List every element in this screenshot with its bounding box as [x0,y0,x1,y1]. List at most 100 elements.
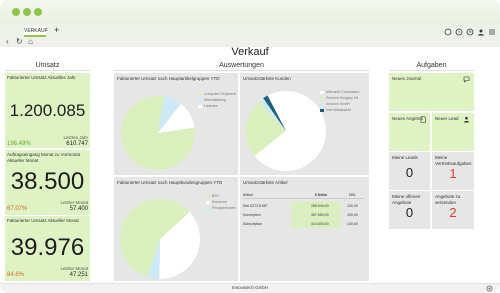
kpi-percentage: 84.6% [7,272,25,278]
document-icon [420,116,426,125]
section-title-aufgaben: Aufgaben [416,62,447,69]
legend-swatch [206,201,210,204]
kpi-value: 1.200.085 [9,101,86,120]
company-name: Innovatech GmbH [231,285,269,290]
window-minimize-button[interactable] [23,8,31,16]
kpi-label: Auftragseingang Monat zu Vormonat Aktuel… [7,152,81,163]
kpi-percentage: 196.49% [7,141,31,147]
tile-neues-angebot[interactable]: Neues Angebot [389,113,430,151]
tile-count: 0 [405,165,414,180]
tile-label: Meine Vertriebsaufgaben [435,155,472,166]
kpi-previous-value: 57.400 [69,206,88,212]
table-cell: Dell S2721HGF [243,204,268,208]
kpi-tile-auftragseingang[interactable]: Auftragseingang Monat zu Vormonat Aktuel… [5,150,90,215]
legend-swatch [320,103,324,106]
table-title: Umsatzstärkste Artikel [243,180,288,185]
legend-swatch [320,97,324,100]
chart-panel-kunden[interactable]: Umsatzstärkste Kunden Microsoft Corporat… [240,73,369,175]
kpi-tile-umsatz-monat[interactable]: Fakturierter Umsatz Aktueller Monat 39.9… [5,216,90,281]
legend-label: Konzerne [212,200,227,204]
legend-swatch [198,105,202,108]
table-panel-artikel[interactable]: Umsatzstärkste Artikel Artikel € Netto D… [240,177,369,281]
reload-icon[interactable]: ↻ [16,38,23,46]
help-icon[interactable]: ? [455,28,463,36]
tab-verkauf[interactable]: VERKAUF [24,26,48,37]
gear-icon[interactable] [486,285,493,293]
section-title-auswertungen: Auswertungen [219,62,264,69]
title-bar [0,0,500,24]
table-cell: 367.550,00 [311,213,329,217]
tile-label: Neuer Lead [435,116,459,121]
tile-count: 2 [449,205,457,220]
kpi-label: Fakturierter Umsatz Aktuelles Jahr [7,75,76,80]
table-cell: Subscription [243,222,263,226]
legend-label: B2G [212,194,220,198]
table-header-cell: € Netto [315,193,327,197]
tile-meine-vertriebsaufgaben[interactable]: Meine Vertriebsaufgaben 1 [432,152,474,190]
table-cell: 100,00 [347,204,358,208]
legend-label: Dienstleistung [204,98,226,102]
chat-bubble-icon [463,76,470,85]
user-icon[interactable] [477,28,485,36]
menu-icon[interactable] [488,28,496,36]
kpi-previous-label: Letzter Monat [60,266,88,271]
legend-label: Amazon GmbH [326,102,350,106]
add-tab-button[interactable]: + [54,26,59,35]
person-icon [463,116,470,125]
page-title: Verkauf [231,46,269,58]
table-cell: 414.600,00 [311,222,329,226]
chart-panel-artikelgruppen[interactable]: Fakturierter Umsatz nach Hauptartikelgru… [114,73,238,175]
tile-label: Angebote zu versenden [435,194,461,205]
chat-icon[interactable] [444,28,452,36]
legend-label: Privatpersonen [212,206,236,210]
legend-label: Computer Peripherie [204,92,237,96]
table-row[interactable]: Dell S2721HGF 265.549,00 100,00 [243,201,364,210]
kpi-label: Fakturierter Umsatz Aktueller Monat [7,218,79,223]
table-cell: Konzeption [243,213,261,217]
legend-swatch [320,109,324,112]
table-header-cell: DB1 [349,193,356,197]
pie-chart-artikelgruppen [121,96,195,170]
kpi-value: 38.500 [10,168,85,195]
legend-swatch [320,91,324,94]
table-header-cell: Artikel [243,193,253,197]
section-divider [389,70,474,71]
table-row[interactable]: Konzeption 367.550,00 100,00 [243,210,364,219]
home-icon[interactable]: ⌂ [28,38,33,46]
kpi-previous-label: Letzter Monat [60,200,88,205]
back-icon[interactable]: ‹ [6,38,9,46]
chart-panel-kundengruppen[interactable]: Fakturierter Umsatz nach Hauptkundengrup… [114,177,238,281]
legend-swatch [206,195,210,198]
tile-label: Neues Journal [392,76,422,81]
legend-label: Lizenzen [204,104,219,108]
tile-label: Neues Angebot [392,116,423,121]
tile-count: 1 [449,166,457,181]
kpi-percentage: 67.07% [7,206,28,212]
tile-neues-journal[interactable]: Neues Journal [389,73,474,111]
pie-chart-kundengruppen [120,199,200,279]
kpi-previous-label: Letztes Jahr [63,135,88,140]
legend-label: Intel Wiesbaden [326,108,352,112]
tile-meine-leads[interactable]: Meine Leads 0 [389,152,430,190]
section-divider [5,70,90,71]
svg-text:?: ? [458,30,461,35]
tile-angebote-zu-versenden[interactable]: Angebote zu versenden 2 [432,191,474,229]
legend-swatch [206,207,210,210]
kpi-previous-value: 47.251 [69,272,88,278]
window-maximize-button[interactable] [34,8,42,16]
table-row[interactable]: Subscription 414.600,00 100,00 [243,219,364,228]
tile-neuer-lead[interactable]: Neuer Lead [432,113,474,151]
legend-swatch [198,93,202,96]
tile-meine-offenen-angebote[interactable]: Meine offenen Angebote 0 [389,191,430,229]
legend-label: Pension Hungary Kft. [326,96,360,100]
toolbar [0,24,500,47]
pie-chart-kunden [246,91,326,171]
legend-label: Microsoft Corporation [326,90,360,94]
section-divider [114,70,369,71]
window-close-button[interactable] [12,8,20,16]
kpi-tile-umsatz-jahr[interactable]: Fakturierter Umsatz Aktuelles Jahr 1.200… [5,73,90,148]
clock-icon[interactable] [466,28,474,36]
kpi-value: 39.976 [10,234,85,261]
table-cell: 265.549,00 [311,204,329,208]
tile-label: Meine offenen Angebote [392,194,421,205]
